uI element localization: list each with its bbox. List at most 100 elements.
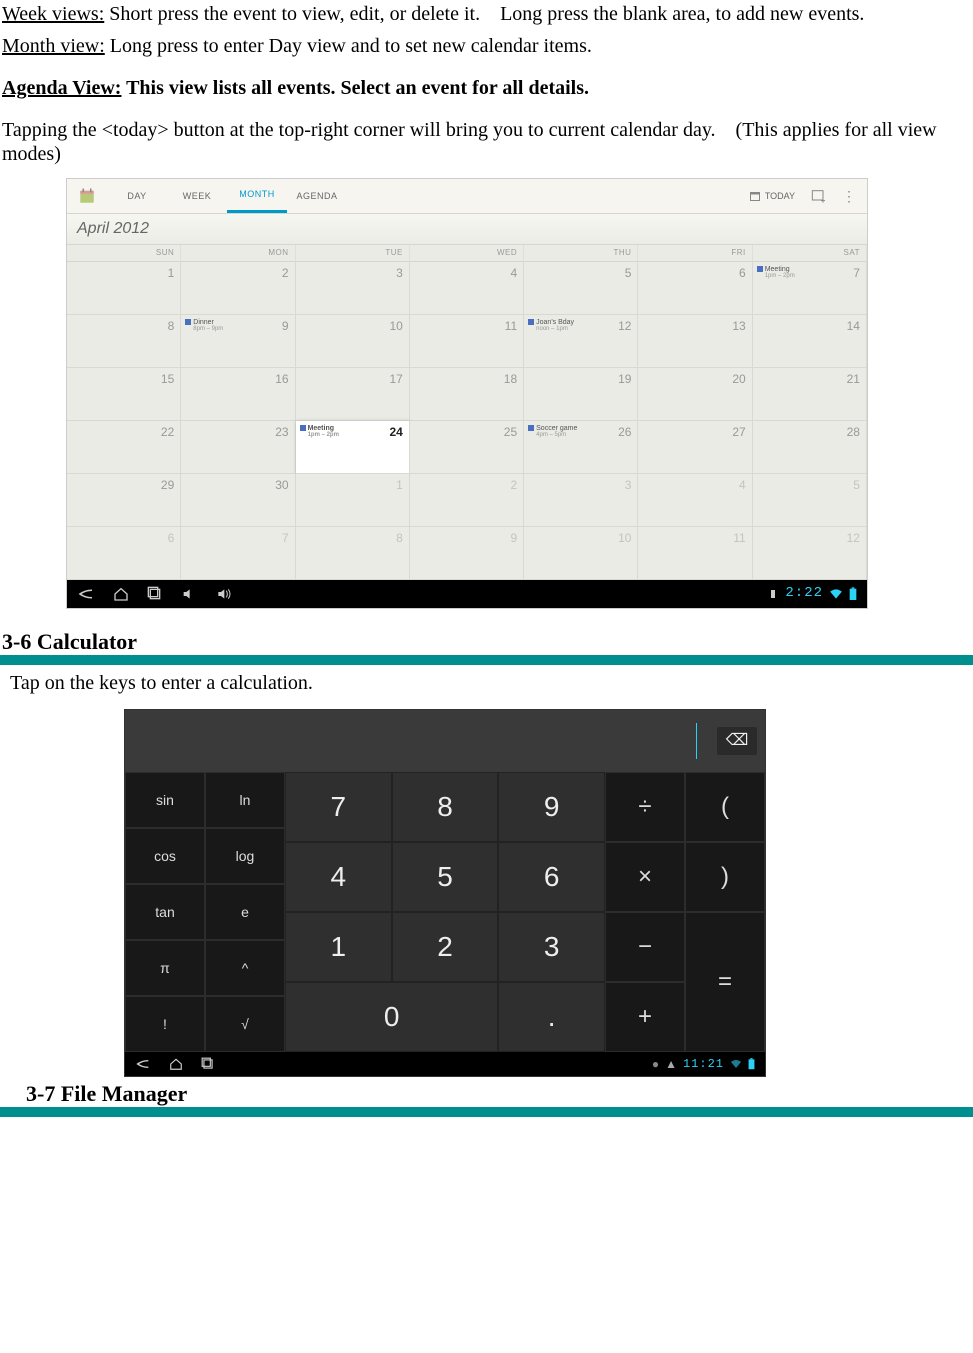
key-left-paren[interactable]: ( xyxy=(685,772,765,842)
calendar-event[interactable]: Joan's Bdaynoon – 1pm xyxy=(528,319,574,333)
home-icon[interactable] xyxy=(169,1057,183,1071)
key-9[interactable]: 9 xyxy=(498,772,605,842)
key-3[interactable]: 3 xyxy=(498,912,605,982)
key-7[interactable]: 7 xyxy=(285,772,392,842)
calendar-cell[interactable]: 14 xyxy=(753,315,867,368)
calendar-grid[interactable]: 1234567Meeting1pm – 2pm89Dinner8pm – 9pm… xyxy=(67,262,867,580)
volume-up-icon[interactable] xyxy=(215,586,235,602)
calendar-event[interactable]: Dinner8pm – 9pm xyxy=(185,319,223,333)
calendar-cell[interactable]: 10 xyxy=(524,527,638,580)
dayhead-wed: WED xyxy=(410,245,524,261)
overflow-menu-icon[interactable]: ⋮ xyxy=(837,188,861,205)
calendar-cell[interactable]: 27 xyxy=(638,421,752,474)
key-4[interactable]: 4 xyxy=(285,842,392,912)
new-event-icon[interactable] xyxy=(807,188,831,204)
key-π[interactable]: π xyxy=(125,940,205,996)
today-button[interactable]: TODAY xyxy=(743,190,801,202)
calendar-cell[interactable]: 23 xyxy=(181,421,295,474)
key-e[interactable]: e xyxy=(205,884,285,940)
calendar-cell[interactable]: 8 xyxy=(67,315,181,368)
tab-month[interactable]: MONTH xyxy=(227,179,287,213)
calendar-cell[interactable]: 28 xyxy=(753,421,867,474)
section-calculator-heading: 3-6 Calculator xyxy=(2,629,971,655)
key-tan[interactable]: tan xyxy=(125,884,205,940)
month-view-label: Month view: xyxy=(2,35,105,57)
calendar-cell[interactable]: 1 xyxy=(296,474,410,527)
key-dot[interactable]: . xyxy=(498,982,605,1052)
calendar-cell[interactable]: 9Dinner8pm – 9pm xyxy=(181,315,295,368)
calendar-cell[interactable]: 3 xyxy=(524,474,638,527)
key-0[interactable]: 0 xyxy=(285,982,498,1052)
recent-apps-icon[interactable] xyxy=(201,1057,215,1071)
calendar-cell[interactable]: 2 xyxy=(181,262,295,315)
back-icon[interactable] xyxy=(135,1058,151,1070)
dayhead-tue: TUE xyxy=(296,245,410,261)
dayhead-sun: SUN xyxy=(67,245,181,261)
calendar-cell[interactable]: 7 xyxy=(181,527,295,580)
calendar-cell[interactable]: 3 xyxy=(296,262,410,315)
calendar-event[interactable]: Soccer game4pm – 5pm xyxy=(528,425,577,439)
calendar-cell[interactable]: 18 xyxy=(410,368,524,421)
key-√[interactable]: √ xyxy=(205,996,285,1052)
calendar-cell[interactable]: 20 xyxy=(638,368,752,421)
calendar-event[interactable]: Meeting1pm – 2pm xyxy=(300,425,339,439)
calendar-cell[interactable]: 30 xyxy=(181,474,295,527)
calendar-cell[interactable]: 7Meeting1pm – 2pm xyxy=(753,262,867,315)
key-![interactable]: ! xyxy=(125,996,205,1052)
calendar-cell[interactable]: 5 xyxy=(753,474,867,527)
calendar-cell[interactable]: 19 xyxy=(524,368,638,421)
key-add[interactable]: + xyxy=(605,982,685,1052)
key-ln[interactable]: ln xyxy=(205,772,285,828)
calendar-cell[interactable]: 26Soccer game4pm – 5pm xyxy=(524,421,638,474)
calendar-cell[interactable]: 15 xyxy=(67,368,181,421)
key-2[interactable]: 2 xyxy=(392,912,499,982)
key-sin[interactable]: sin xyxy=(125,772,205,828)
key-cos[interactable]: cos xyxy=(125,828,205,884)
recent-apps-icon[interactable] xyxy=(147,586,163,602)
calendar-cell[interactable]: 12Joan's Bdaynoon – 1pm xyxy=(524,315,638,368)
key-multiply[interactable]: × xyxy=(605,842,685,912)
key-equals[interactable]: = xyxy=(685,912,765,1052)
calendar-cell[interactable]: 12 xyxy=(753,527,867,580)
calendar-cell[interactable]: 21 xyxy=(753,368,867,421)
key-subtract[interactable]: − xyxy=(605,912,685,982)
home-icon[interactable] xyxy=(113,586,129,602)
calendar-cell[interactable]: 9 xyxy=(410,527,524,580)
calendar-cell[interactable]: 24Meeting1pm – 2pm xyxy=(296,421,410,474)
back-icon[interactable] xyxy=(77,587,95,601)
key-^[interactable]: ^ xyxy=(205,940,285,996)
calendar-cell[interactable]: 17 xyxy=(296,368,410,421)
calendar-cell[interactable]: 1 xyxy=(67,262,181,315)
tab-week[interactable]: WEEK xyxy=(167,179,227,213)
calendar-cell[interactable]: 11 xyxy=(410,315,524,368)
calendar-cell[interactable]: 4 xyxy=(410,262,524,315)
calendar-cell[interactable]: 11 xyxy=(638,527,752,580)
key-divide[interactable]: ÷ xyxy=(605,772,685,842)
key-6[interactable]: 6 xyxy=(498,842,605,912)
key-8[interactable]: 8 xyxy=(392,772,499,842)
calendar-event[interactable]: Meeting1pm – 2pm xyxy=(757,266,795,280)
calendar-cell[interactable]: 13 xyxy=(638,315,752,368)
calendar-cell[interactable]: 6 xyxy=(67,527,181,580)
calendar-cell[interactable]: 29 xyxy=(67,474,181,527)
key-log[interactable]: log xyxy=(205,828,285,884)
dayhead-sat: SAT xyxy=(753,245,867,261)
tab-day[interactable]: DAY xyxy=(107,179,167,213)
calendar-cell[interactable]: 22 xyxy=(67,421,181,474)
calendar-cell[interactable]: 5 xyxy=(524,262,638,315)
calendar-cell[interactable]: 2 xyxy=(410,474,524,527)
tab-agenda[interactable]: AGENDA xyxy=(287,179,347,213)
calendar-cell[interactable]: 6 xyxy=(638,262,752,315)
month-view-text: Long press to enter Day view and to set … xyxy=(105,35,592,57)
calendar-cell[interactable]: 8 xyxy=(296,527,410,580)
backspace-button[interactable]: ⌫ xyxy=(717,727,757,755)
volume-down-icon[interactable] xyxy=(181,586,197,602)
calculator-display[interactable]: ⌫ xyxy=(125,710,765,772)
calendar-cell[interactable]: 16 xyxy=(181,368,295,421)
calendar-cell[interactable]: 25 xyxy=(410,421,524,474)
calendar-cell[interactable]: 10 xyxy=(296,315,410,368)
key-1[interactable]: 1 xyxy=(285,912,392,982)
key-5[interactable]: 5 xyxy=(392,842,499,912)
calendar-cell[interactable]: 4 xyxy=(638,474,752,527)
key-right-paren[interactable]: ) xyxy=(685,842,765,912)
